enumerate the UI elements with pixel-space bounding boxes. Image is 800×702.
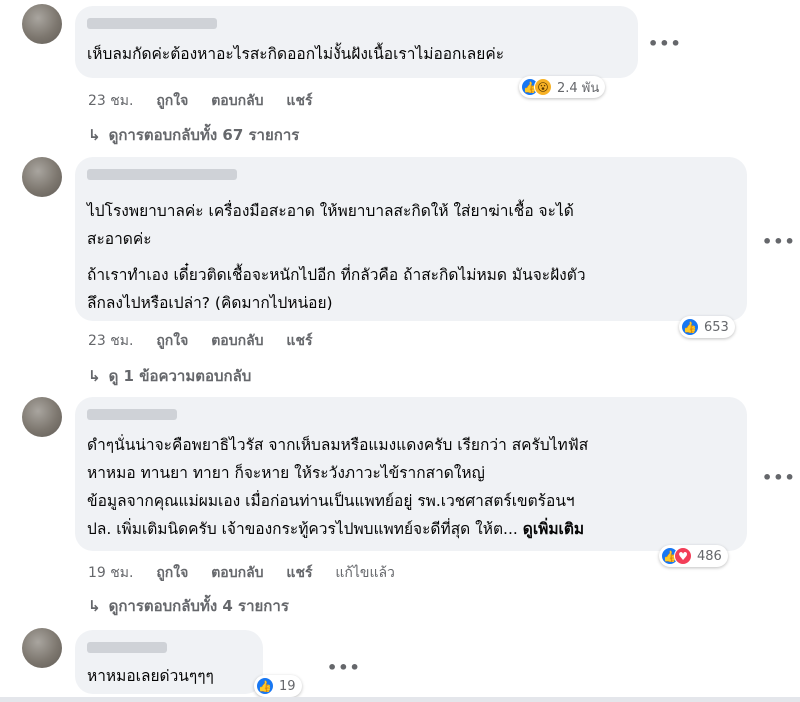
comment-bubble: เห็บลมกัดค่ะต้องหาอะไรสะกิดออกไม่งั้นฝัง… (75, 6, 638, 78)
reaction-count: 486 (697, 548, 722, 564)
more-options-button[interactable]: ••• (762, 468, 796, 487)
view-replies-label: ดู 1 ข้อความตอบกลับ (108, 367, 252, 385)
timestamp[interactable]: 23 ชม. (88, 93, 133, 109)
reply-button[interactable]: ตอบกลับ (211, 565, 263, 581)
blurred-author-name[interactable] (87, 642, 167, 653)
timestamp[interactable]: 19 ชม. (88, 565, 133, 581)
avatar[interactable] (22, 4, 62, 44)
reaction-summary[interactable]: 👍 19 (254, 675, 302, 697)
edited-label: แก้ไขแล้ว (335, 565, 395, 581)
view-replies-label: ดูการตอบกลับทั้ง 67 รายการ (108, 126, 300, 144)
comment-bubble: ไปโรงพยาบาลค่ะ เครื่องมือสะอาด ให้พยาบาล… (75, 157, 747, 321)
like-button[interactable]: ถูกใจ (156, 333, 188, 349)
love-icon: ♥ (674, 547, 692, 565)
share-button[interactable]: แชร์ (286, 565, 312, 581)
see-more-link[interactable]: ดูเพิ่มเติม (523, 520, 584, 538)
reply-arrow-icon: ↳ (88, 367, 101, 385)
blurred-author-name[interactable] (87, 169, 237, 180)
divider (0, 697, 800, 702)
comment-actions: 23 ชม. ถูกใจ ตอบกลับ แชร์ (88, 90, 330, 112)
avatar[interactable] (22, 397, 62, 437)
reaction-summary[interactable]: 👍 653 (679, 316, 735, 338)
reaction-count: 653 (704, 319, 729, 335)
view-replies-link[interactable]: ↳ ดูการตอบกลับทั้ง 67 รายการ (88, 123, 299, 147)
like-icon: 👍 (681, 318, 699, 336)
like-button[interactable]: ถูกใจ (156, 565, 188, 581)
reply-arrow-icon: ↳ (88, 597, 101, 615)
more-options-button[interactable]: ••• (648, 34, 682, 53)
view-replies-link[interactable]: ↳ ดู 1 ข้อความตอบกลับ (88, 364, 251, 388)
comment-bubble: ดำๆนั่นน่าจะคือพยาธิไวรัส จากเห็บลมหรือแ… (75, 397, 747, 551)
comment-text: ดำๆนั่นน่าจะคือพยาธิไวรัส จากเห็บลมหรือแ… (87, 436, 589, 538)
share-button[interactable]: แชร์ (286, 93, 312, 109)
like-icon: 👍 (256, 677, 274, 695)
reply-button[interactable]: ตอบกลับ (211, 93, 263, 109)
reaction-summary[interactable]: 👍 ♥ 486 (659, 545, 728, 567)
like-button[interactable]: ถูกใจ (156, 93, 188, 109)
more-options-button[interactable]: ••• (327, 658, 361, 677)
reaction-count: 19 (279, 678, 296, 694)
view-replies-link[interactable]: ↳ ดูการตอบกลับทั้ง 4 รายการ (88, 594, 289, 618)
comment-actions: 19 ชม. ถูกใจ ตอบกลับ แชร์ แก้ไขแล้ว (88, 562, 413, 584)
comment-text: เห็บลมกัดค่ะต้องหาอะไรสะกิดออกไม่งั้นฝัง… (87, 45, 505, 63)
reply-arrow-icon: ↳ (88, 126, 101, 144)
comment-bubble: หาหมอเลยด่วนๆๆๆ (75, 630, 263, 694)
view-replies-label: ดูการตอบกลับทั้ง 4 รายการ (108, 597, 289, 615)
reaction-summary[interactable]: 👍 😮 2.4 พัน (519, 76, 606, 98)
avatar[interactable] (22, 628, 62, 668)
wow-icon: 😮 (534, 78, 552, 96)
blurred-author-name[interactable] (87, 409, 177, 420)
comment-text: หาหมอเลยด่วนๆๆๆ (87, 667, 214, 685)
more-options-button[interactable]: ••• (762, 232, 796, 251)
reply-button[interactable]: ตอบกลับ (211, 333, 263, 349)
comment-actions: 23 ชม. ถูกใจ ตอบกลับ แชร์ (88, 330, 330, 352)
share-button[interactable]: แชร์ (286, 333, 312, 349)
comment-text: ไปโรงพยาบาลค่ะ เครื่องมือสะอาด ให้พยาบาล… (87, 202, 586, 312)
timestamp[interactable]: 23 ชม. (88, 333, 133, 349)
blurred-author-name[interactable] (87, 18, 217, 29)
reaction-count: 2.4 พัน (557, 80, 600, 96)
avatar[interactable] (22, 157, 62, 197)
